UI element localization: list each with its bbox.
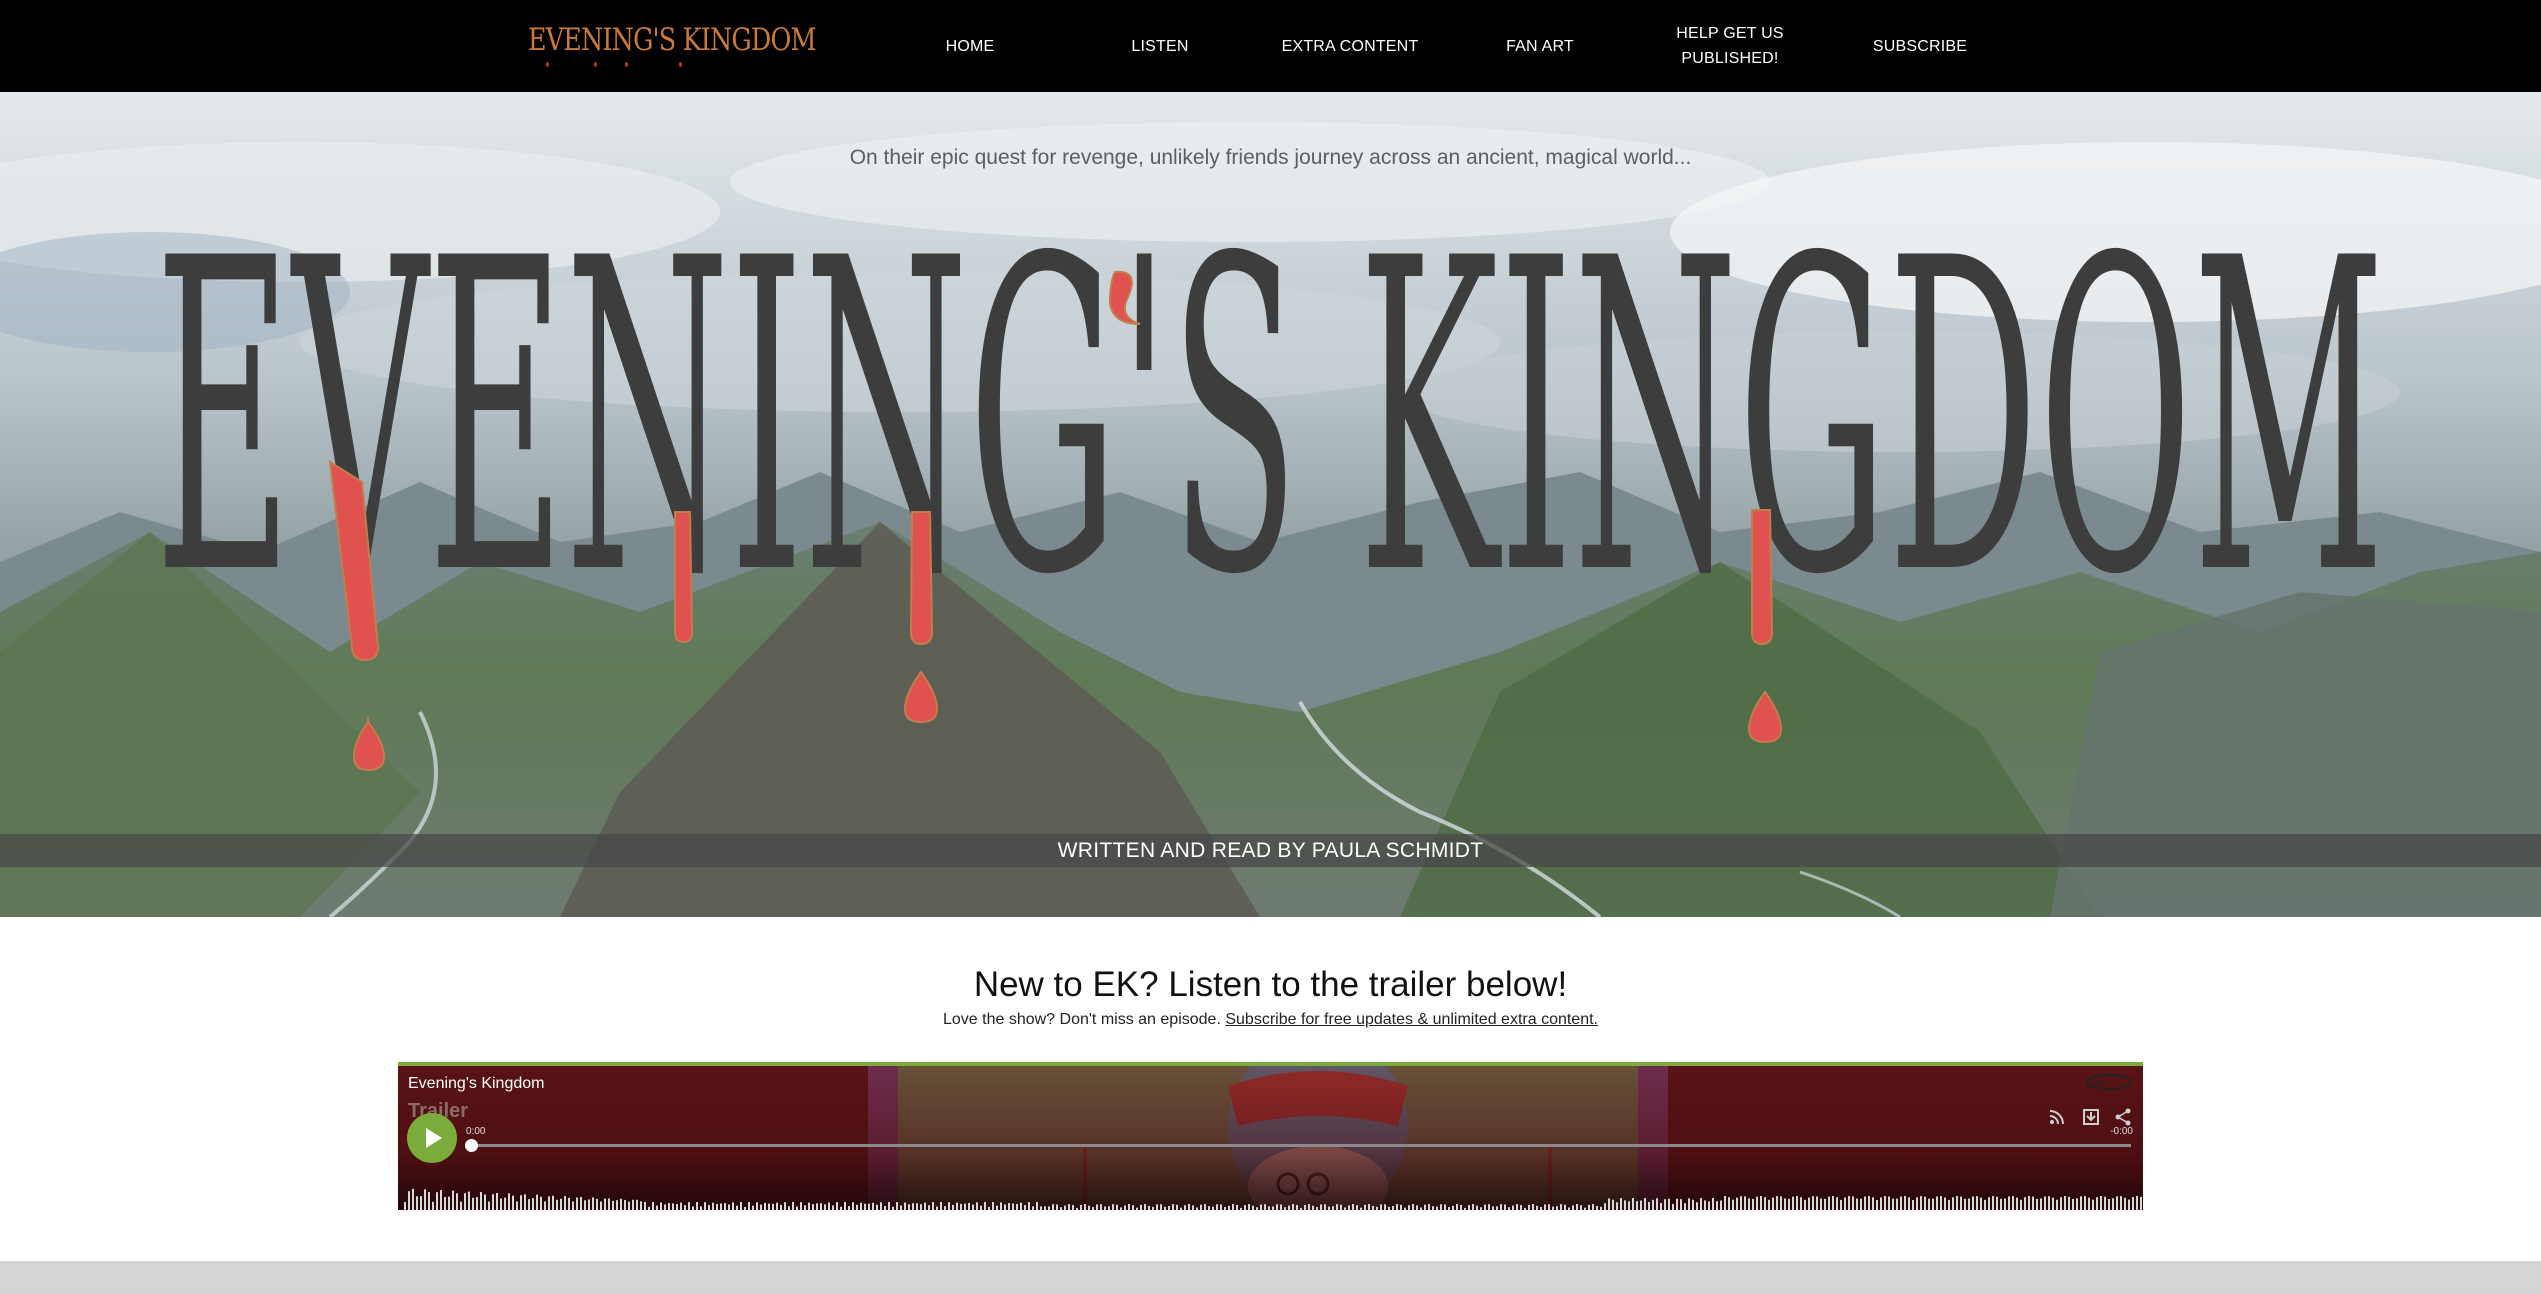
subscribe-link[interactable]: Subscribe for free updates & unlimited e… <box>1225 1011 1598 1028</box>
nav-extra-content[interactable]: EXTRA CONTENT <box>1255 0 1445 92</box>
site-logo[interactable]: EVENING'S KINGDOM <box>528 22 816 74</box>
play-button[interactable] <box>407 1113 457 1163</box>
progress-knob[interactable] <box>465 1139 478 1152</box>
progress-track[interactable] <box>470 1144 2131 1147</box>
nav-fan-art[interactable]: FAN ART <box>1445 0 1635 92</box>
player-show-title: Evening's Kingdom <box>408 1075 545 1092</box>
nav-listen[interactable]: LISTEN <box>1065 0 1255 92</box>
time-elapsed: 0:00 <box>466 1126 486 1137</box>
nav-help-get-us-published[interactable]: HELP GET US PUBLISHED! <box>1635 0 1825 92</box>
rss-icon[interactable] <box>2047 1107 2067 1127</box>
subscribe-prompt: Love the show? Don't miss an episode. <box>943 1011 1221 1028</box>
podcast-player: Evening's Kingdom Trailer 0:00 -0:00 pb <box>398 1062 2143 1210</box>
svg-text:pb: pb <box>2093 1079 2105 1089</box>
hero-title-text: EVENING'S KINGDOM <box>155 169 2385 669</box>
subscribe-line: Love the show? Don't miss an episode. Su… <box>0 1011 2541 1029</box>
footer-strip <box>0 1261 2541 1294</box>
share-icon[interactable] <box>2113 1107 2133 1127</box>
podbean-logo-icon: pb <box>2086 1074 2132 1090</box>
nav-subscribe[interactable]: SUBSCRIBE <box>1825 0 2015 92</box>
audio-waveform[interactable] <box>398 1182 2143 1210</box>
logo-drops-icon <box>528 62 728 74</box>
trailer-heading: New to EK? Listen to the trailer below! <box>973 965 1568 1004</box>
hero-banner: On their epic quest for revenge, unlikel… <box>0 92 2541 917</box>
logo-text: EVENING'S KINGDOM <box>528 22 816 58</box>
top-nav: EVENING'S KINGDOM HOME LISTEN EXTRA CONT… <box>0 0 2541 92</box>
evenings-kingdom-title-logo: EVENING'S KINGDOM <box>155 169 2385 772</box>
time-remaining: -0:00 <box>2110 1126 2133 1137</box>
author-credit: WRITTEN AND READ BY PAULA SCHMIDT <box>1057 839 1484 862</box>
trailer-section: New to EK? Listen to the trailer below! … <box>0 917 2541 1261</box>
nav-home[interactable]: HOME <box>875 0 1065 92</box>
download-icon[interactable] <box>2081 1107 2101 1127</box>
